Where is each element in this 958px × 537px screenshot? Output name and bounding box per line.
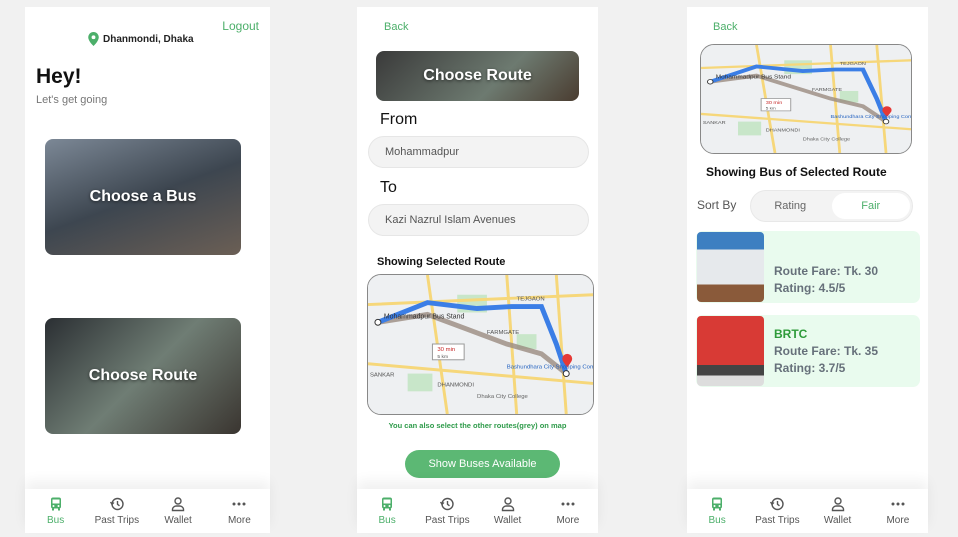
route-map[interactable]: Mohammadpur Bus Stand TEJGAON FARMGATE 3… — [367, 274, 594, 415]
bus-name: BRTC — [774, 326, 808, 341]
map-label-stand: Mohammadpur Bus Stand — [384, 313, 465, 320]
location[interactable]: Dhanmondi, Dhaka — [88, 32, 194, 46]
bus-photo — [697, 316, 764, 386]
nav-label: Past Trips — [425, 515, 470, 526]
choose-route-banner: Choose Route — [376, 51, 579, 101]
nav-more[interactable]: More — [868, 496, 928, 526]
map-hint: You can also select the other routes(gre… — [388, 421, 567, 430]
map-pin-icon — [88, 32, 99, 46]
history-icon — [440, 497, 455, 511]
map-graphic: Mohammadpur Bus Stand TEJGAON FARMGATE 3… — [701, 45, 911, 153]
nav-bus[interactable]: Bus — [687, 496, 747, 526]
bottom-nav: Bus Past Trips Wallet More — [25, 489, 270, 533]
map-label-farmgate: FARMGATE — [487, 330, 519, 336]
bus-rating: Rating: 3.7/5 — [774, 360, 846, 375]
nav-label: Wallet — [823, 515, 852, 526]
nav-wallet[interactable]: Wallet — [148, 496, 208, 526]
nav-label: Past Trips — [755, 515, 800, 526]
from-label: From — [380, 111, 418, 128]
map-label-farmgate: FARMGATE — [812, 87, 843, 92]
bus-fare: Route Fare: Tk. 35 — [774, 343, 879, 358]
map-label-dist: 5 km — [437, 354, 448, 360]
map-label-dist: 5 km — [766, 106, 777, 111]
history-icon — [770, 497, 785, 511]
route-screen: Back Choose Route From Mohammadpur To Ka… — [357, 7, 598, 533]
map-label-time: 30 min — [437, 347, 455, 353]
logout-link[interactable]: Logout — [222, 19, 259, 33]
nav-wallet[interactable]: Wallet — [808, 496, 868, 526]
sort-option-rating[interactable]: Rating — [751, 191, 830, 221]
bus-list-title: Showing Bus of Selected Route — [706, 165, 887, 179]
map-label-sankar: SANKAR — [703, 120, 726, 125]
bus-fare: Route Fare: Tk. 30 — [774, 264, 879, 278]
nav-past-trips[interactable]: Past Trips — [87, 496, 147, 526]
bus-list-item[interactable]: Route Fare: Tk. 30 Rating: 4.5/5 — [696, 231, 920, 303]
map-label-college: Dhaka City College — [477, 394, 529, 400]
greeting: Hey! — [36, 65, 82, 88]
bus-icon — [382, 497, 393, 511]
home-screen: Logout Dhanmondi, Dhaka Hey! Let's get g… — [25, 7, 270, 533]
nav-more[interactable]: More — [209, 496, 269, 526]
nav-bus[interactable]: Bus — [26, 496, 86, 526]
map-label-college: Dhaka City College — [803, 137, 851, 142]
back-link[interactable]: Back — [384, 21, 408, 33]
choose-route-card[interactable]: Choose Route — [45, 318, 241, 434]
banner-label: Choose Route — [423, 67, 532, 84]
bus-photo — [697, 232, 764, 302]
nav-label: Bus — [708, 515, 726, 526]
bus-icon — [50, 497, 61, 511]
to-input[interactable]: Kazi Nazrul Islam Avenues — [368, 204, 589, 236]
nav-label: Bus — [378, 515, 396, 526]
nav-more[interactable]: More — [538, 496, 598, 526]
more-icon — [561, 502, 575, 506]
nav-label: More — [227, 515, 251, 526]
bus-list-screen: Back Mohammadpur Bus Stand TEJGAON FARMG… — [687, 7, 928, 533]
nav-bus[interactable]: Bus — [357, 496, 417, 526]
user-icon — [171, 497, 185, 512]
nav-label: Bus — [47, 515, 65, 526]
showing-route-title: Showing Selected Route — [377, 256, 506, 268]
nav-past-trips[interactable]: Past Trips — [417, 496, 477, 526]
nav-label: Past Trips — [94, 515, 140, 526]
sort-toggle: Rating Fair — [750, 190, 913, 222]
map-label-mall: Bashundhara City Shopping Complex — [507, 365, 593, 371]
nav-label: More — [556, 515, 580, 526]
more-icon — [232, 502, 246, 506]
location-text: Dhanmondi, Dhaka — [103, 33, 194, 45]
nav-label: More — [886, 515, 910, 526]
bus-icon — [712, 497, 723, 511]
to-label: To — [380, 179, 397, 196]
choose-route-label: Choose Route — [88, 367, 198, 384]
map-label-dhanmondi: DHANMONDI — [766, 128, 800, 133]
sort-by-label: Sort By — [697, 198, 737, 212]
back-link[interactable]: Back — [713, 21, 737, 33]
map-label-tejgaon: TEJGAON — [517, 297, 545, 303]
user-icon — [501, 497, 514, 512]
route-map[interactable]: Mohammadpur Bus Stand TEJGAON FARMGATE 3… — [700, 44, 912, 154]
bus-rating: Rating: 4.5/5 — [774, 281, 846, 295]
bottom-nav: Bus Past Trips Wallet More — [357, 489, 598, 533]
map-label-stand: Mohammadpur Bus Stand — [716, 75, 791, 80]
subtitle: Let's get going — [36, 94, 108, 106]
map-graphic: Mohammadpur Bus Stand TEJGAON FARMGATE 3… — [368, 275, 593, 414]
nav-label: Wallet — [164, 515, 192, 526]
choose-bus-card[interactable]: Choose a Bus — [45, 139, 241, 255]
nav-label: Wallet — [493, 515, 522, 526]
from-input[interactable]: Mohammadpur — [368, 136, 589, 168]
sort-option-fair[interactable]: Fair — [831, 193, 910, 219]
history-icon — [109, 497, 124, 511]
choose-bus-label: Choose a Bus — [89, 188, 197, 205]
user-icon — [831, 497, 844, 512]
show-buses-button[interactable]: Show Buses Available — [405, 450, 560, 478]
map-label-dhanmondi: DHANMONDI — [437, 382, 474, 388]
nav-past-trips[interactable]: Past Trips — [747, 496, 807, 526]
map-label-tejgaon: TEJGAON — [840, 61, 866, 66]
bus-list-item[interactable]: BRTC Route Fare: Tk. 35 Rating: 3.7/5 — [696, 315, 920, 387]
map-label-time: 30 min — [766, 100, 783, 105]
bottom-nav: Bus Past Trips Wallet More — [687, 489, 928, 533]
nav-wallet[interactable]: Wallet — [478, 496, 538, 526]
map-label-mall: Bashundhara City Shopping Complex — [831, 114, 911, 119]
map-label-sankar: SANKAR — [370, 373, 394, 379]
more-icon — [891, 502, 905, 506]
